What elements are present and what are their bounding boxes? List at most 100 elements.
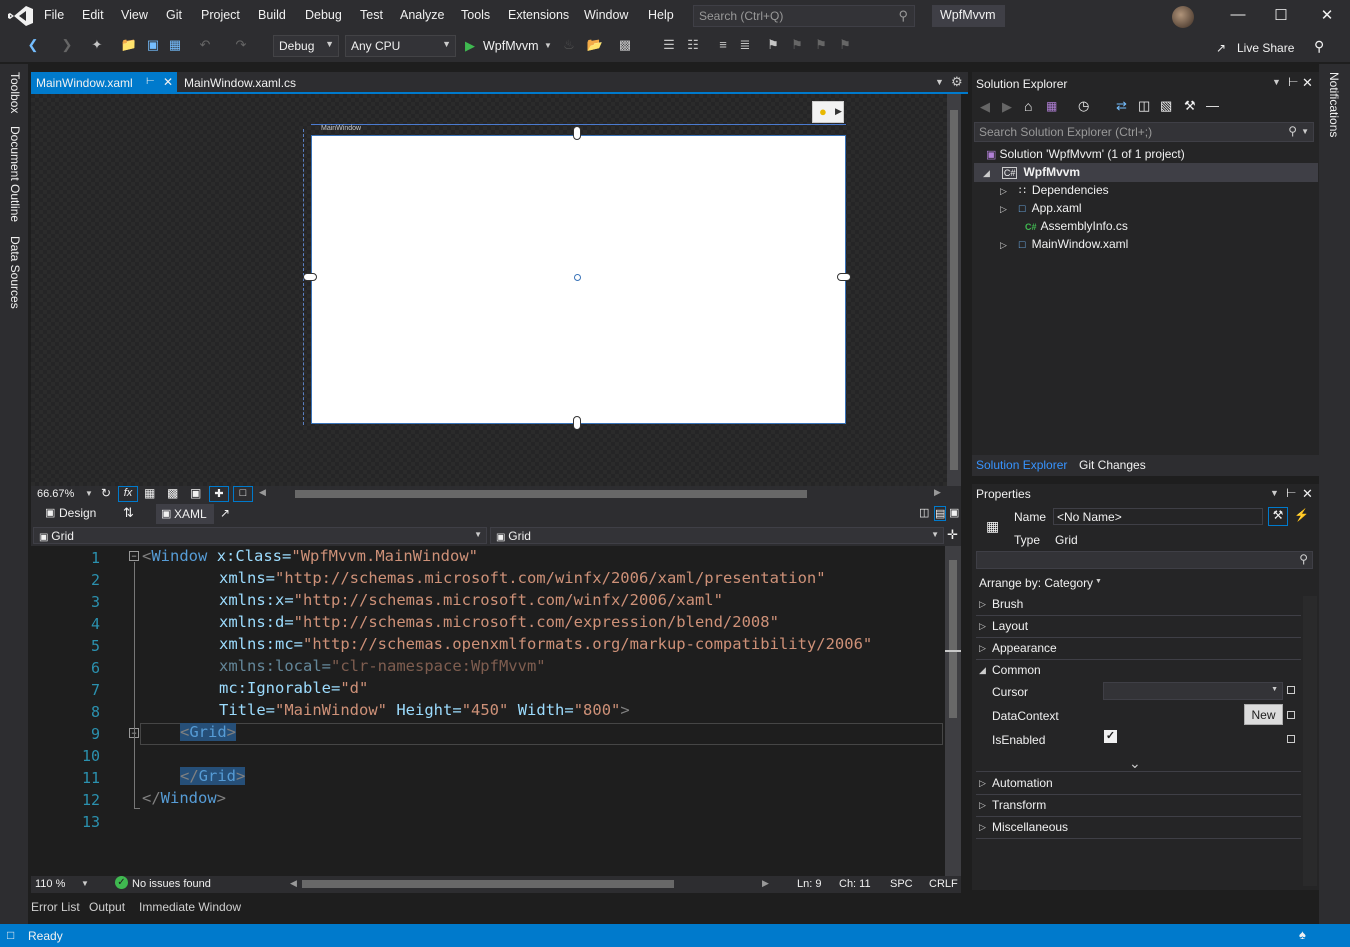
- chevron-down-icon[interactable]: ▼: [544, 41, 552, 50]
- platform-select[interactable]: Any CPU ▼: [345, 35, 456, 57]
- live-share-icon[interactable]: ↗: [1216, 41, 1226, 55]
- notifications-tab[interactable]: Notifications: [1327, 72, 1341, 137]
- tab-list-chevron-icon[interactable]: ▼: [935, 77, 944, 87]
- property-marker[interactable]: [1287, 686, 1295, 694]
- new-datacontext-button[interactable]: New: [1244, 704, 1283, 725]
- chevron-down-icon[interactable]: ▼: [1095, 578, 1102, 585]
- chevron-down-icon[interactable]: ▼: [1270, 488, 1279, 498]
- chevron-down-icon[interactable]: ▼: [1272, 77, 1281, 87]
- tree-item-project[interactable]: ◢ C# WpfMvvm: [983, 165, 1080, 179]
- forward-icon[interactable]: ▶: [1002, 99, 1012, 115]
- new-project-icon[interactable]: ✦: [88, 37, 106, 57]
- scroll-right-icon[interactable]: ▶: [762, 878, 769, 889]
- line-ending-indicator[interactable]: CRLF: [929, 878, 958, 890]
- tree-item-assemblyinfo[interactable]: C# AssemblyInfo.cs: [1025, 219, 1128, 233]
- artboard-icon[interactable]: ▣: [190, 486, 201, 500]
- scroll-left-icon[interactable]: ◀: [259, 487, 266, 498]
- menu-project[interactable]: Project: [201, 8, 240, 22]
- start-icon[interactable]: ▶: [465, 38, 475, 54]
- switch-views-icon[interactable]: ▦: [1046, 99, 1057, 113]
- preview-icon[interactable]: —: [1206, 98, 1219, 113]
- line-indicator[interactable]: Ln: 9: [797, 878, 821, 890]
- save-all-icon[interactable]: ▦: [166, 37, 184, 57]
- folder-icon[interactable]: 📂: [586, 37, 604, 57]
- section-common[interactable]: Common: [992, 663, 1041, 677]
- resize-handle-right[interactable]: [837, 273, 851, 281]
- nav-right-select[interactable]: ▣ Grid ▼: [490, 527, 944, 544]
- vertical-split-icon[interactable]: ◫: [919, 506, 929, 519]
- tree-item-dependencies[interactable]: ▷ ∷ Dependencies: [1000, 183, 1109, 197]
- section-brush[interactable]: Brush: [992, 597, 1023, 611]
- clear-bookmark-icon[interactable]: ⚑: [836, 37, 854, 57]
- tab-output[interactable]: Output: [89, 900, 125, 914]
- browse-icon[interactable]: ▩: [616, 37, 634, 57]
- refresh-icon[interactable]: ↻: [101, 486, 111, 500]
- menu-help[interactable]: Help: [648, 8, 674, 22]
- zoom-value[interactable]: 66.67%: [37, 488, 74, 500]
- visual-studio-logo-icon[interactable]: [8, 5, 34, 27]
- feedback-icon[interactable]: ⚲: [1314, 38, 1324, 55]
- section-automation[interactable]: Automation: [992, 776, 1053, 790]
- editor-zoom[interactable]: 110 %: [35, 878, 65, 890]
- quick-actions-lightbulb[interactable]: ● ▶: [812, 101, 844, 123]
- notification-bell-icon[interactable]: ♠: [1299, 927, 1306, 942]
- collapse-window-icon[interactable]: −: [129, 551, 139, 561]
- isenabled-checkbox[interactable]: ✓: [1104, 730, 1117, 743]
- forward-icon[interactable]: ❯: [58, 37, 76, 57]
- gear-icon[interactable]: ⚙: [951, 74, 963, 90]
- chevron-down-icon[interactable]: ▼: [85, 489, 93, 498]
- snap-grid-icon[interactable]: ▩: [167, 486, 178, 500]
- open-folder-icon[interactable]: 📁: [120, 37, 138, 57]
- tab-git-changes[interactable]: Git Changes: [1079, 458, 1146, 472]
- grid-icon[interactable]: ▦: [144, 486, 155, 500]
- menu-window[interactable]: Window: [584, 8, 628, 22]
- configuration-select[interactable]: Debug ▼: [273, 35, 339, 57]
- pin-icon[interactable]: ⊢: [1288, 75, 1298, 89]
- resize-handle-left[interactable]: [303, 273, 317, 281]
- arrange-by[interactable]: Arrange by: Category: [979, 576, 1093, 590]
- center-handle[interactable]: [574, 274, 581, 281]
- scroll-left-icon[interactable]: ◀: [290, 878, 297, 889]
- align2-icon[interactable]: ☷: [684, 37, 702, 57]
- menu-view[interactable]: View: [121, 8, 148, 22]
- whitespace-indicator[interactable]: SPC: [890, 878, 913, 890]
- snap-lines-icon[interactable]: ✚: [209, 486, 229, 502]
- section-appearance[interactable]: Appearance: [992, 641, 1057, 655]
- collapse-all-icon[interactable]: ◫: [1138, 98, 1150, 114]
- menu-test[interactable]: Test: [360, 8, 383, 22]
- designer-scroll-thumb[interactable]: [950, 110, 958, 470]
- tab-immediate-window[interactable]: Immediate Window: [139, 900, 241, 914]
- section-layout[interactable]: Layout: [992, 619, 1028, 633]
- split-add-icon[interactable]: ✛: [947, 527, 958, 543]
- document-outline-tab[interactable]: Document Outline: [8, 126, 22, 222]
- tab-mainwindow-xaml-cs[interactable]: MainWindow.xaml.cs: [179, 72, 307, 94]
- property-marker[interactable]: [1287, 735, 1295, 743]
- chevron-down-icon[interactable]: ▼: [81, 879, 89, 888]
- nav-left-select[interactable]: ▣ Grid ▼: [33, 527, 487, 544]
- data-sources-tab[interactable]: Data Sources: [8, 236, 22, 309]
- back-icon[interactable]: ❮: [24, 37, 42, 57]
- tab-mainwindow-xaml[interactable]: MainWindow.xaml ⊢ ✕: [31, 72, 177, 94]
- prev-bookmark-icon[interactable]: ⚑: [788, 37, 806, 57]
- align-icon[interactable]: ☰: [660, 37, 678, 57]
- live-share-button[interactable]: Live Share: [1237, 41, 1294, 55]
- close-icon[interactable]: ✕: [163, 75, 173, 89]
- menu-analyze[interactable]: Analyze: [400, 8, 444, 22]
- resize-handle-bottom[interactable]: [573, 416, 581, 430]
- name-input[interactable]: <No Name>: [1053, 508, 1263, 525]
- minimize-icon[interactable]: —: [1228, 6, 1248, 26]
- menu-edit[interactable]: Edit: [82, 8, 104, 22]
- properties-wrench-icon[interactable]: ⚒: [1184, 98, 1196, 114]
- uncomment-icon[interactable]: ≣: [736, 37, 754, 57]
- save-icon[interactable]: ▣: [144, 37, 162, 57]
- resize-handle-top[interactable]: [573, 126, 581, 140]
- start-button-label[interactable]: WpfMvvm: [483, 39, 539, 53]
- horizontal-split-icon[interactable]: ▤: [934, 506, 947, 521]
- cursor-select[interactable]: ▼: [1103, 682, 1283, 700]
- device-icon[interactable]: □: [233, 486, 253, 502]
- undo-icon[interactable]: ↶: [196, 37, 214, 57]
- properties-search-input[interactable]: ⚲: [976, 551, 1313, 569]
- tab-error-list[interactable]: Error List: [31, 900, 80, 914]
- designer-hscroll-thumb[interactable]: [295, 490, 807, 498]
- pin-icon[interactable]: ⊢: [146, 76, 155, 87]
